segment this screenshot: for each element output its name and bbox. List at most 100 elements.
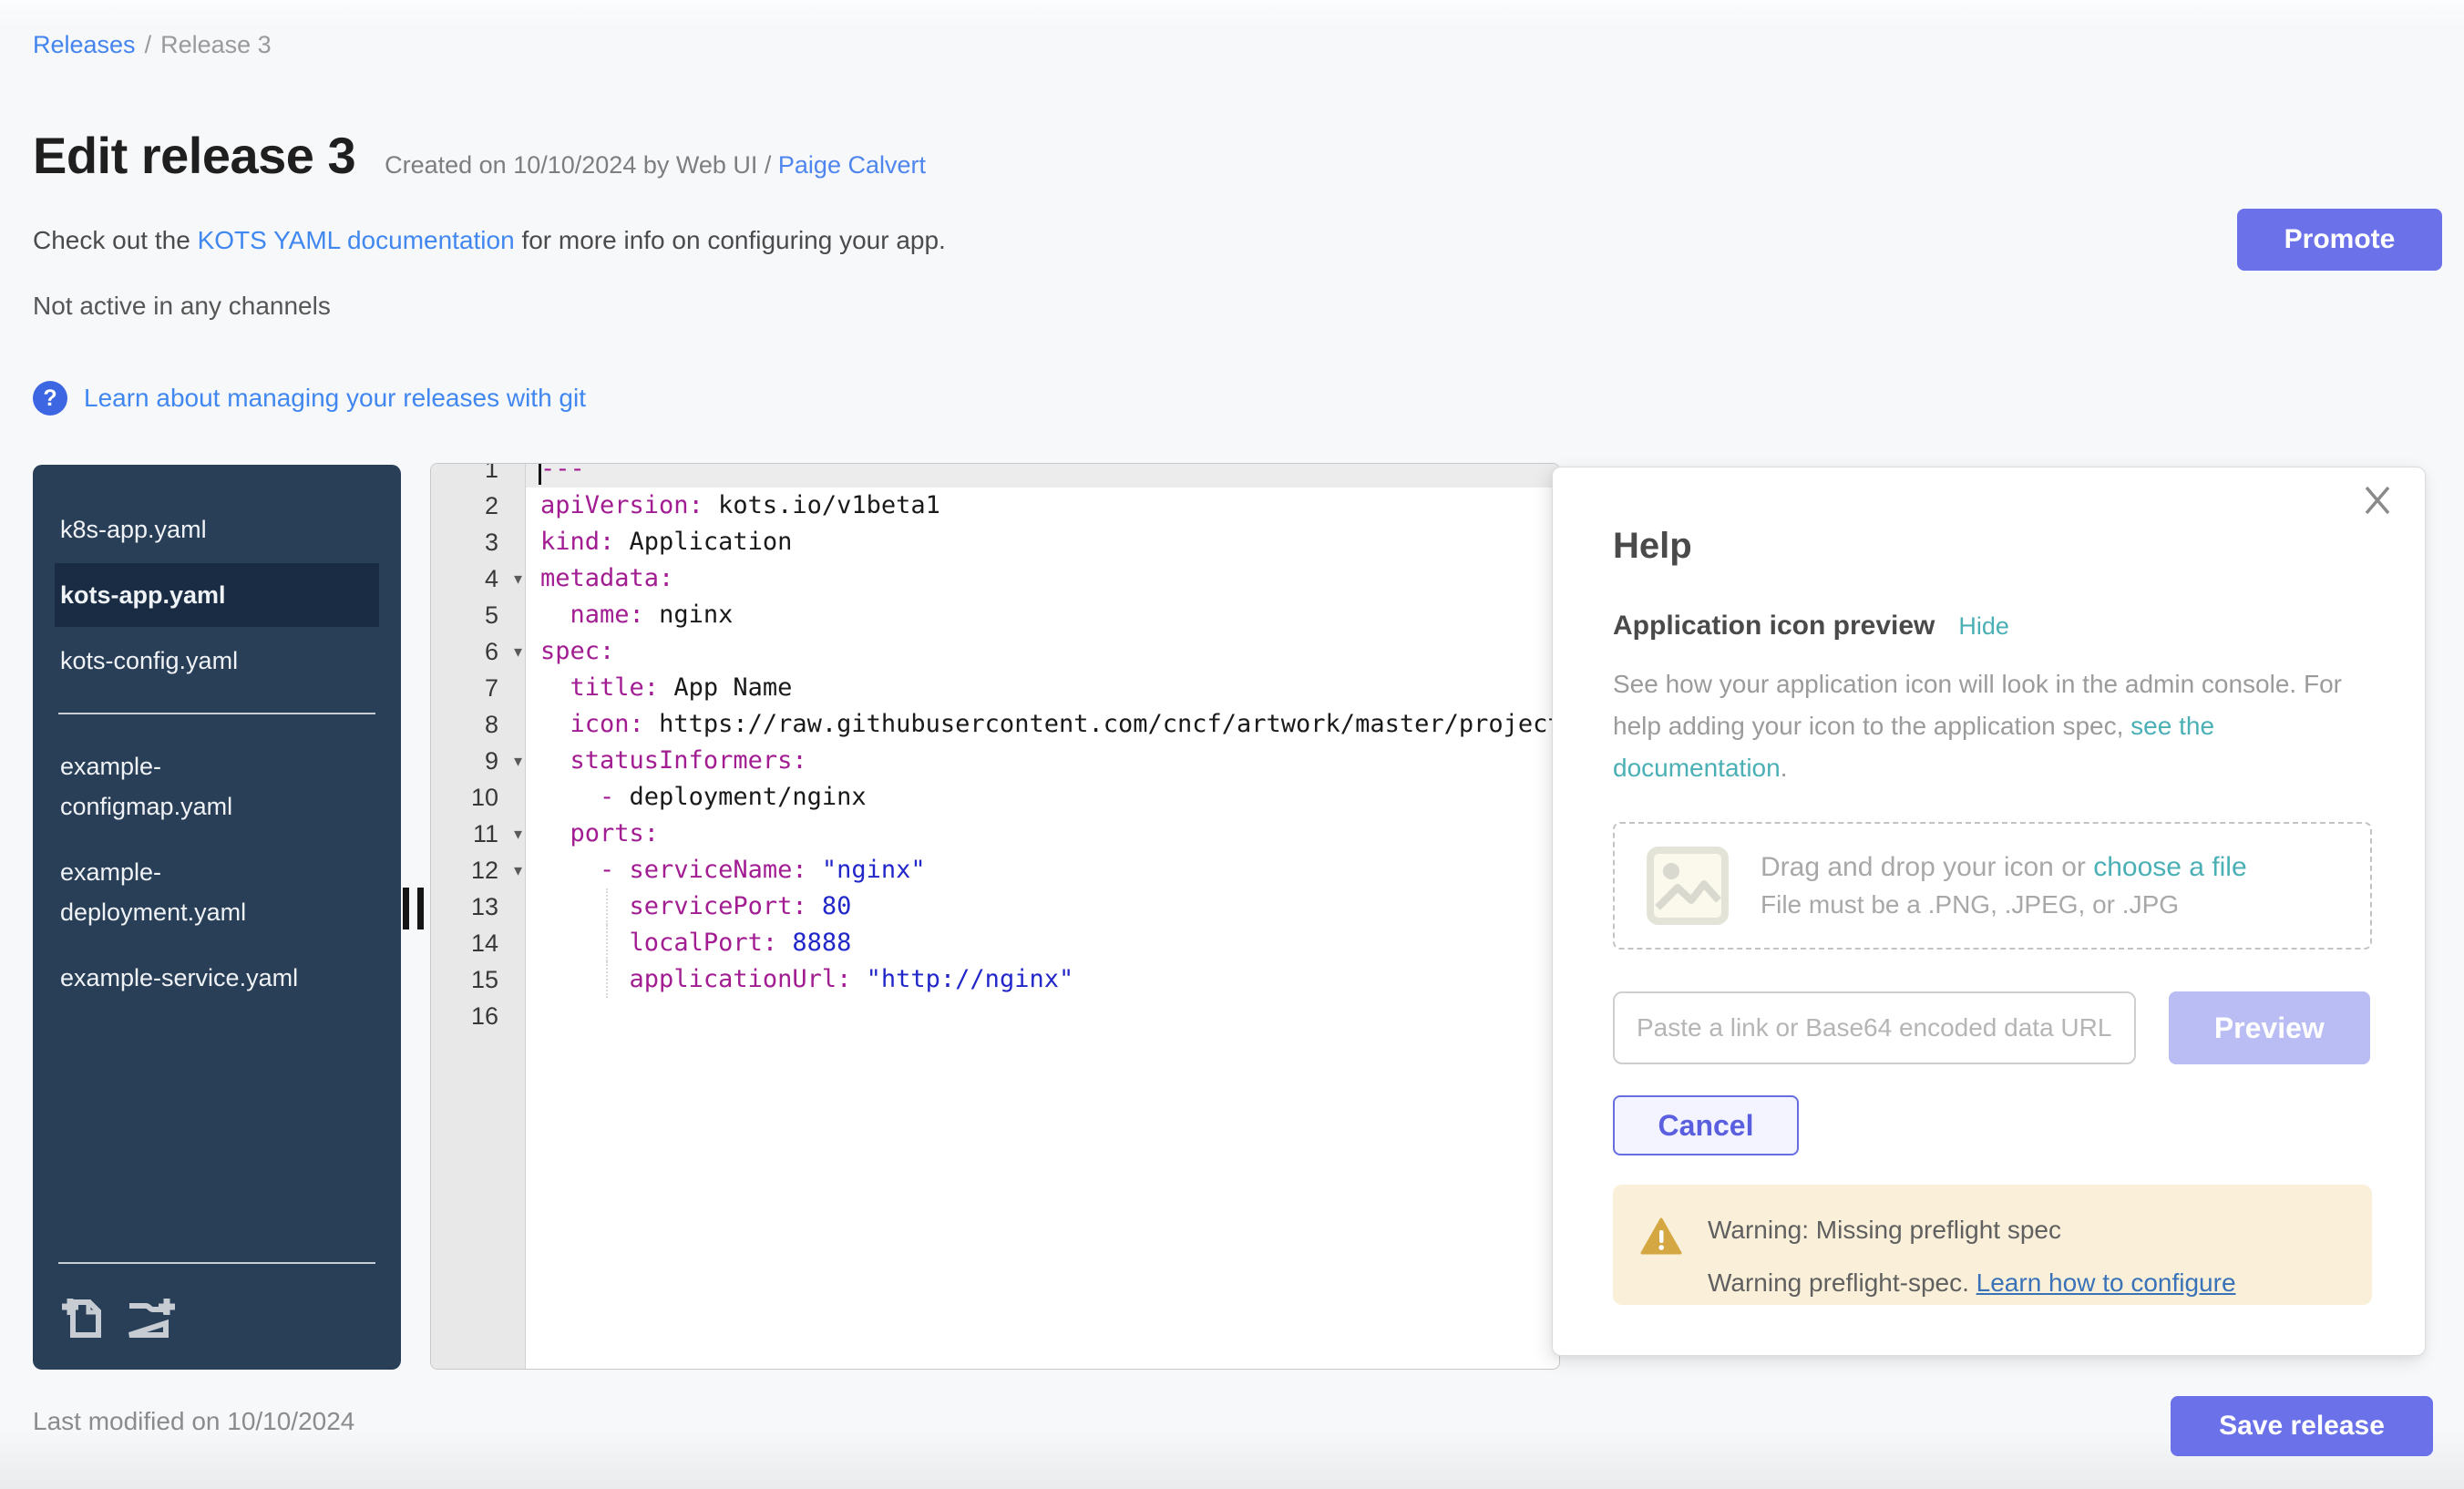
warning-detail: Warning preflight-spec. Learn how to con… <box>1708 1268 2372 1298</box>
git-releases-help-link[interactable]: Learn about managing your releases with … <box>84 384 586 413</box>
close-help-button[interactable] <box>2359 482 2396 521</box>
line-number: 5 <box>431 597 526 633</box>
file-tree-list: k8s-app.yaml kots-app.yaml kots-config.yam… <box>33 498 401 1010</box>
code-line-4[interactable]: 4▾metadata: <box>431 560 1559 597</box>
code-text: ports: <box>526 816 1559 852</box>
code-text: - serviceName: "nginx" <box>526 852 1559 888</box>
code-line-14[interactable]: 14 localPort: 8888 <box>431 925 1559 961</box>
author-link[interactable]: Paige Calvert <box>778 151 926 179</box>
breadcrumb-releases-link[interactable]: Releases <box>33 31 136 58</box>
new-file-icon <box>60 1294 102 1340</box>
docs-hint-suffix: for more info on configuring your app. <box>515 226 946 254</box>
fold-arrow-icon[interactable]: ▾ <box>514 816 522 852</box>
code-line-6[interactable]: 6▾spec: <box>431 633 1559 670</box>
code-line-1[interactable]: 1--- <box>431 463 1559 488</box>
line-number: 15 <box>431 961 526 998</box>
title-row: Edit release 3 Created on 10/10/2024 by … <box>33 126 926 185</box>
line-number: 8 <box>431 706 526 743</box>
code-text: title: App Name <box>526 670 1559 706</box>
icon-preview-title: Application icon preview <box>1613 611 1935 642</box>
sidebar-actions <box>60 1294 177 1342</box>
code-text: metadata: <box>526 560 1559 597</box>
code-text: kind: Application <box>526 524 1559 560</box>
file-item-k8s-app.yaml[interactable]: k8s-app.yaml <box>55 498 379 561</box>
fold-arrow-icon[interactable]: ▾ <box>514 852 522 888</box>
line-number: 1 <box>431 463 526 488</box>
file-item-label: kots-config.yaml <box>60 641 334 681</box>
icon-url-row: Preview <box>1613 991 2370 1064</box>
file-tree-divider <box>58 713 375 714</box>
promote-button[interactable]: Promote <box>2237 209 2442 271</box>
channel-status: Not active in any channels <box>33 292 331 321</box>
icon-url-input[interactable] <box>1613 991 2136 1064</box>
line-number: 9▾ <box>431 743 526 779</box>
indent-guide <box>606 888 608 925</box>
code-text: apiVersion: kots.io/v1beta1 <box>526 488 1559 524</box>
file-item-kots-config.yaml[interactable]: kots-config.yaml <box>55 629 379 693</box>
code-line-16[interactable]: 16 <box>431 998 1559 1034</box>
line-number: 4▾ <box>431 560 526 597</box>
code-line-13[interactable]: 13 servicePort: 80 <box>431 888 1559 925</box>
kots-yaml-docs-link[interactable]: KOTS YAML documentation <box>198 226 515 254</box>
code-line-8[interactable]: 8 icon: https://raw.githubusercontent.co… <box>431 706 1559 743</box>
breadcrumb-current: Release 3 <box>160 31 272 58</box>
line-number: 2 <box>431 488 526 524</box>
code-line-3[interactable]: 3kind: Application <box>431 524 1559 560</box>
file-item-example-service.yaml[interactable]: example-service.yaml <box>55 946 379 1010</box>
pane-resize-handle-left[interactable] <box>403 888 424 929</box>
line-number: 11▾ <box>431 816 526 852</box>
code-text: name: nginx <box>526 597 1559 633</box>
file-tree-sidebar: k8s-app.yaml kots-app.yaml kots-config.yam… <box>33 465 401 1370</box>
cancel-button[interactable]: Cancel <box>1613 1095 1799 1155</box>
sidebar-bottom-divider <box>58 1262 375 1264</box>
code-text: servicePort: 80 <box>526 888 1559 925</box>
indent-guide <box>606 925 608 961</box>
code-text: statusInformers: <box>526 743 1559 779</box>
breadcrumb: Releases/Release 3 <box>33 31 272 59</box>
hide-link[interactable]: Hide <box>1958 612 2009 641</box>
file-item-label: example-service.yaml <box>60 958 334 998</box>
icon-preview-section-header: Application icon preview Hide <box>1613 611 2370 642</box>
code-line-12[interactable]: 12▾ - serviceName: "nginx" <box>431 852 1559 888</box>
question-circle-icon: ? <box>33 381 67 416</box>
line-number: 6▾ <box>431 633 526 670</box>
preflight-warning-box: Warning: Missing preflight spec Warning … <box>1613 1185 2372 1305</box>
code-text: spec: <box>526 633 1559 670</box>
line-number: 7 <box>431 670 526 706</box>
learn-how-to-configure-link[interactable]: Learn how to configure <box>1976 1268 2236 1297</box>
line-number: 10 <box>431 779 526 816</box>
preview-button[interactable]: Preview <box>2169 991 2370 1064</box>
fold-arrow-icon[interactable]: ▾ <box>514 633 522 670</box>
new-file-button[interactable] <box>60 1294 102 1342</box>
file-item-example-configmap.yaml[interactable]: example-configmap.yaml <box>55 734 379 838</box>
line-number: 13 <box>431 888 526 925</box>
code-line-5[interactable]: 5 name: nginx <box>431 597 1559 633</box>
icon-dropzone[interactable]: Drag and drop your icon or choose a file… <box>1613 822 2372 950</box>
file-item-kots-app.yaml[interactable]: kots-app.yaml <box>55 563 379 627</box>
file-item-example-deployment.yaml[interactable]: example-deployment.yaml <box>55 840 379 944</box>
new-folder-icon <box>126 1294 177 1340</box>
fold-arrow-icon[interactable]: ▾ <box>514 743 522 779</box>
description-text: See how your application icon will look … <box>1613 670 2342 740</box>
fold-arrow-icon[interactable]: ▾ <box>514 560 522 597</box>
docs-hint-line: Check out the KOTS YAML documentation fo… <box>33 226 946 255</box>
close-icon <box>2359 482 2396 519</box>
icon-preview-description: See how your application icon will look … <box>1613 663 2342 789</box>
new-folder-button[interactable] <box>126 1294 177 1342</box>
code-line-9[interactable]: 9▾ statusInformers: <box>431 743 1559 779</box>
code-text <box>526 998 1559 1034</box>
code-line-15[interactable]: 15 applicationUrl: "http://nginx" <box>431 961 1559 998</box>
docs-hint-prefix: Check out the <box>33 226 198 254</box>
choose-file-link[interactable]: choose a file <box>2093 852 2246 882</box>
dropzone-prompt: Drag and drop your icon or <box>1761 852 2093 882</box>
save-release-button[interactable]: Save release <box>2171 1396 2433 1456</box>
code-line-2[interactable]: 2apiVersion: kots.io/v1beta1 <box>431 488 1559 524</box>
line-number: 12▾ <box>431 852 526 888</box>
release-created-meta: Created on 10/10/2024 by Web UI / Paige … <box>385 151 926 180</box>
yaml-code-editor[interactable]: 1---2apiVersion: kots.io/v1beta13kind: A… <box>430 463 1560 1370</box>
code-line-10[interactable]: 10 - deployment/nginx <box>431 779 1559 816</box>
file-item-label: kots-app.yaml <box>60 575 334 615</box>
warning-title: Warning: Missing preflight spec <box>1708 1216 2372 1245</box>
code-line-7[interactable]: 7 title: App Name <box>431 670 1559 706</box>
code-line-11[interactable]: 11▾ ports: <box>431 816 1559 852</box>
